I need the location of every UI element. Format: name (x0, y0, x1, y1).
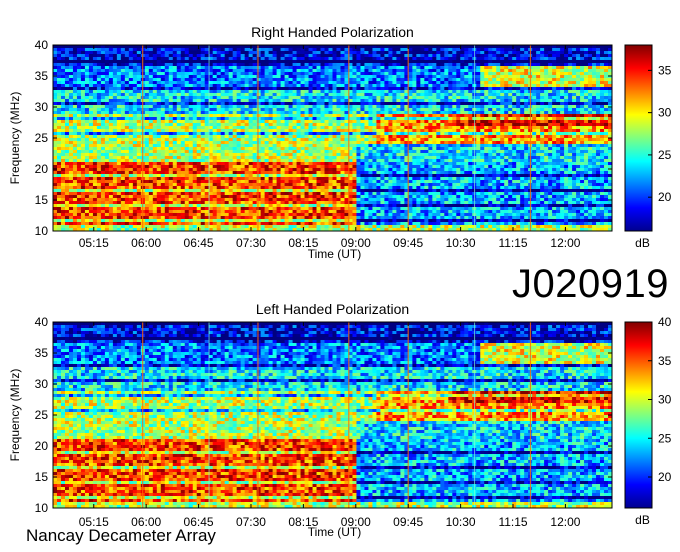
x-tick-label: 12:00 (550, 515, 580, 529)
x-tick-label: 11:15 (498, 515, 527, 529)
colorbar-tick-label: 20 (658, 470, 672, 484)
left-polarization-panel: Left Handed Polarization05:15 06:00 06:45 0… (8, 301, 672, 539)
x-tick-label: 11:15 (498, 236, 527, 250)
spectrogram-raster (53, 322, 613, 509)
x-tick-label: 10:30 (446, 236, 476, 250)
colorbar (624, 321, 653, 509)
x-tick-label: 07:30 (236, 515, 266, 529)
right-polarization-panel: Right Handed Polarization 05:15 06:00 06:45… (8, 24, 672, 261)
y-tick-label: 10 (35, 224, 49, 238)
y-tick-label: 20 (35, 162, 49, 176)
y-tick-label: 35 (35, 69, 49, 83)
colorbar-tick-label: 35 (658, 354, 672, 368)
observation-label: J020919 (512, 262, 669, 306)
colorbar-unit-label: dB (635, 513, 650, 527)
colorbar-tick-label: 25 (658, 431, 672, 445)
x-tick-label: 07:30 (236, 236, 266, 250)
panel-title: Right Handed Polarization (251, 24, 414, 40)
y-tick-label: 40 (35, 38, 49, 52)
x-tick-label: 12:00 (550, 236, 580, 250)
colorbar-tick-label: 35 (658, 63, 672, 77)
y-tick-label: 20 (35, 439, 49, 453)
x-tick-label: 10:30 (446, 515, 476, 529)
panel-title: Left Handed Polarization (256, 301, 409, 317)
y-axis-label: Frequency (MHz) (8, 92, 22, 185)
spectrogram-raster (53, 45, 613, 232)
colorbar-tick-label: 25 (658, 148, 672, 162)
x-tick-label: 06:45 (184, 236, 214, 250)
y-axis-label: Frequency (MHz) (8, 369, 22, 462)
instrument-label: Nancay Decameter Array (26, 526, 216, 545)
colorbar-unit-label: dB (635, 236, 650, 250)
y-tick-label: 25 (35, 408, 49, 422)
colorbar-tick-label: 30 (658, 393, 672, 407)
x-tick-label: 09:45 (393, 515, 423, 529)
y-tick-label: 35 (35, 346, 49, 360)
colorbar-tick-label: 30 (658, 106, 672, 120)
y-tick-label: 30 (35, 100, 49, 114)
y-tick-label: 15 (35, 193, 49, 207)
x-axis-label: Time (UT) (308, 525, 362, 539)
x-tick-label: 06:00 (131, 236, 161, 250)
y-tick-label: 40 (35, 315, 49, 329)
y-tick-label: 30 (35, 377, 49, 391)
y-tick-label: 15 (35, 470, 49, 484)
y-tick-label: 10 (35, 501, 49, 515)
colorbar-tick-label: 20 (658, 190, 672, 204)
x-axis-label: Time (UT) (308, 247, 362, 261)
y-tick-label: 25 (35, 131, 49, 145)
x-tick-label: 09:45 (393, 236, 423, 250)
x-tick-label: 05:15 (79, 236, 109, 250)
colorbar-tick-label: 40 (658, 315, 672, 329)
colorbar (624, 44, 653, 232)
